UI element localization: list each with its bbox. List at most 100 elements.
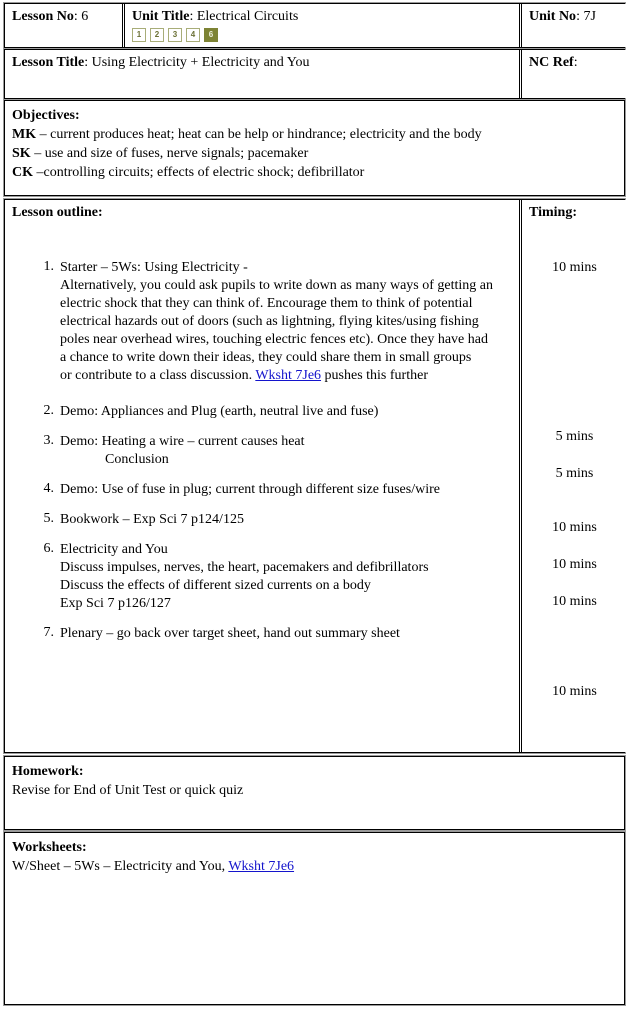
outline-item: 6. Electricity and You Discuss impulses, n… (5, 541, 519, 613)
lesson-number-box-1[interactable]: 1 (132, 28, 146, 42)
worksheets-cell: Worksheets: W/Sheet – 5Ws – Electricity … (5, 833, 624, 1004)
outline-text-prefix: or contribute to a class discussion. (60, 368, 256, 383)
lesson-number-box-3[interactable]: 3 (168, 28, 182, 42)
nc-ref-cell: NC Ref: (521, 50, 626, 98)
objective-line: SK – use and size of fuses, nerve signal… (12, 144, 617, 163)
outline-item-number: 2. (43, 403, 55, 418)
outline-item-line: electrical hazards out of doors (such as… (60, 314, 479, 329)
lesson-number-box-4[interactable]: 4 (186, 28, 200, 42)
timing-value: 10 mins (552, 260, 597, 275)
unit-title-value: : Electrical Circuits (189, 9, 299, 24)
outline-item-line: Bookwork – Exp Sci 7 p124/125 (60, 512, 244, 527)
objectives-cell: Objectives: MK – current produces heat; … (5, 101, 624, 195)
outline-item-line: Demo: Appliances and Plug (earth, neutra… (60, 404, 379, 419)
lesson-number-boxes: 12346 (132, 28, 512, 42)
outline-item-line: Discuss impulses, nerves, the heart, pac… (60, 560, 429, 575)
lesson-no-value: : 6 (73, 9, 89, 24)
timing-value: 10 mins (552, 684, 597, 699)
worksheet-link-wksht-7je6[interactable]: Wksht 7Je6 (228, 859, 294, 874)
timing-heading: Timing: (529, 205, 577, 220)
homework-cell: Homework: Revise for End of Unit Test or… (5, 757, 624, 829)
outline-item-number: 3. (43, 433, 55, 448)
objective-text: – use and size of fuses, nerve signals; … (30, 146, 309, 161)
timing-value: 5 mins (555, 429, 594, 444)
worksheets-row: Worksheets: W/Sheet – 5Ws – Electricity … (3, 831, 626, 1006)
outline-item-line: or contribute to a class discussion. Wks… (60, 367, 519, 385)
timing-value: 5 mins (555, 466, 594, 481)
outline-row: Lesson outline: 1. Starter – 5Ws: Using E… (3, 198, 626, 754)
outline-item-line: a chance to write down their ideas, they… (60, 350, 472, 365)
lesson-no-cell: Lesson No: 6 (5, 4, 123, 47)
outline-item: 5. Bookwork – Exp Sci 7 p124/125 (5, 511, 519, 529)
outline-item-line: Alternatively, you could ask pupils to w… (60, 278, 494, 293)
lesson-outline-cell: Lesson outline: 1. Starter – 5Ws: Using E… (5, 200, 520, 752)
outline-item-line: Demo: Use of fuse in plug; current throu… (60, 482, 440, 497)
unit-title-cell: Unit Title: Electrical Circuits 12346 (124, 4, 520, 47)
outline-item-line: Demo: Heating a wire – current causes he… (60, 434, 305, 449)
homework-text: Revise for End of Unit Test or quick qui… (12, 783, 244, 798)
outline-item-number: 1. (43, 259, 55, 274)
objective-code: CK (12, 165, 33, 180)
outline-item: 7. Plenary – go back over target sheet, h… (5, 625, 519, 643)
outline-item: 3. Demo: Heating a wire – current causes … (5, 433, 519, 469)
outline-item-spacer (5, 469, 519, 481)
objective-code: SK (12, 146, 31, 161)
outline-item-line: Starter – 5Ws: Using Electricity - (60, 260, 248, 275)
outline-item-line: Plenary – go back over target sheet, han… (60, 626, 400, 641)
worksheets-text-prefix: W/Sheet – 5Ws – Electricity and You, (12, 859, 229, 874)
nc-ref-value: : (573, 55, 578, 70)
objective-text: – current produces heat; heat can be hel… (36, 127, 482, 142)
timing-value: 10 mins (552, 594, 597, 609)
outline-item-spacer (5, 529, 519, 541)
outline-item-line: Electricity and You (60, 542, 168, 557)
outline-item-spacer (5, 421, 519, 433)
worksheets-heading: Worksheets: (12, 840, 87, 855)
outline-item-line: electric shock that they can think of. E… (60, 296, 473, 311)
timing-value: 10 mins (552, 557, 597, 572)
outline-text-suffix: pushes this further (321, 368, 428, 383)
outline-item-line: Discuss the effects of different sized c… (60, 578, 371, 593)
unit-title-label: Unit Title (132, 9, 190, 24)
objective-line: MK – current produces heat; heat can be … (12, 125, 617, 144)
worksheets-text: W/Sheet – 5Ws – Electricity and You, Wks… (12, 857, 617, 876)
objective-line: CK –controlling circuits; effects of ele… (12, 163, 617, 182)
unit-no-label: Unit No (529, 9, 577, 24)
lesson-outline-list: 1. Starter – 5Ws: Using Electricity - Alte… (5, 259, 519, 655)
outline-item-spacer (5, 385, 519, 403)
objectives-list: MK – current produces heat; heat can be … (12, 125, 617, 182)
objective-code: MK (12, 127, 37, 142)
header-row-1: Lesson No: 6 Unit Title: Electrical Circ… (3, 2, 626, 49)
outline-item-spacer (5, 499, 519, 511)
homework-heading: Homework: (12, 764, 84, 779)
unit-title-line: Unit Title: Electrical Circuits (132, 9, 512, 25)
lesson-title-label: Lesson Title (12, 55, 85, 70)
outline-item-number: 4. (43, 481, 55, 496)
lesson-title-value: : Using Electricity + Electricity and Yo… (84, 55, 310, 70)
timing-value: 10 mins (552, 520, 597, 535)
lesson-number-box-6[interactable]: 6 (204, 28, 218, 42)
outline-item: 4. Demo: Use of fuse in plug; current thr… (5, 481, 519, 499)
unit-no-value: : 7J (576, 9, 596, 24)
outline-item: 2. Demo: Appliances and Plug (earth, neut… (5, 403, 519, 421)
timing-cell: Timing: 10 mins 5 mins 5 mins 10 mins 10 min… (521, 200, 626, 752)
lesson-no-label: Lesson No (12, 9, 74, 24)
unit-no-cell: Unit No: 7J (521, 4, 626, 47)
outline-item-line: Conclusion (105, 452, 169, 467)
outline-item-line: poles near overhead wires, touching elec… (60, 332, 488, 347)
outline-item-number: 5. (43, 511, 55, 526)
objective-text: –controlling circuits; effects of electr… (33, 165, 365, 180)
outline-item-line: Exp Sci 7 p126/127 (60, 596, 171, 611)
lesson-number-box-2[interactable]: 2 (150, 28, 164, 42)
nc-ref-label: NC Ref (529, 55, 574, 70)
outline-item-number: 6. (43, 541, 55, 556)
lesson-outline-heading: Lesson outline: (12, 205, 103, 220)
lesson-plan-page: Lesson No: 6 Unit Title: Electrical Circ… (0, 0, 629, 1009)
worksheet-link-wksht-7je6[interactable]: Wksht 7Je6 (255, 368, 321, 383)
outline-item-spacer (5, 613, 519, 625)
outline-item-number: 7. (43, 625, 55, 640)
outline-item-spacer (5, 643, 519, 655)
objectives-heading: Objectives: (12, 108, 80, 123)
outline-item: 1. Starter – 5Ws: Using Electricity - Alte… (5, 259, 519, 385)
header-row-2: Lesson Title: Using Electricity + Electr… (3, 48, 626, 100)
lesson-title-cell: Lesson Title: Using Electricity + Electr… (5, 50, 520, 98)
